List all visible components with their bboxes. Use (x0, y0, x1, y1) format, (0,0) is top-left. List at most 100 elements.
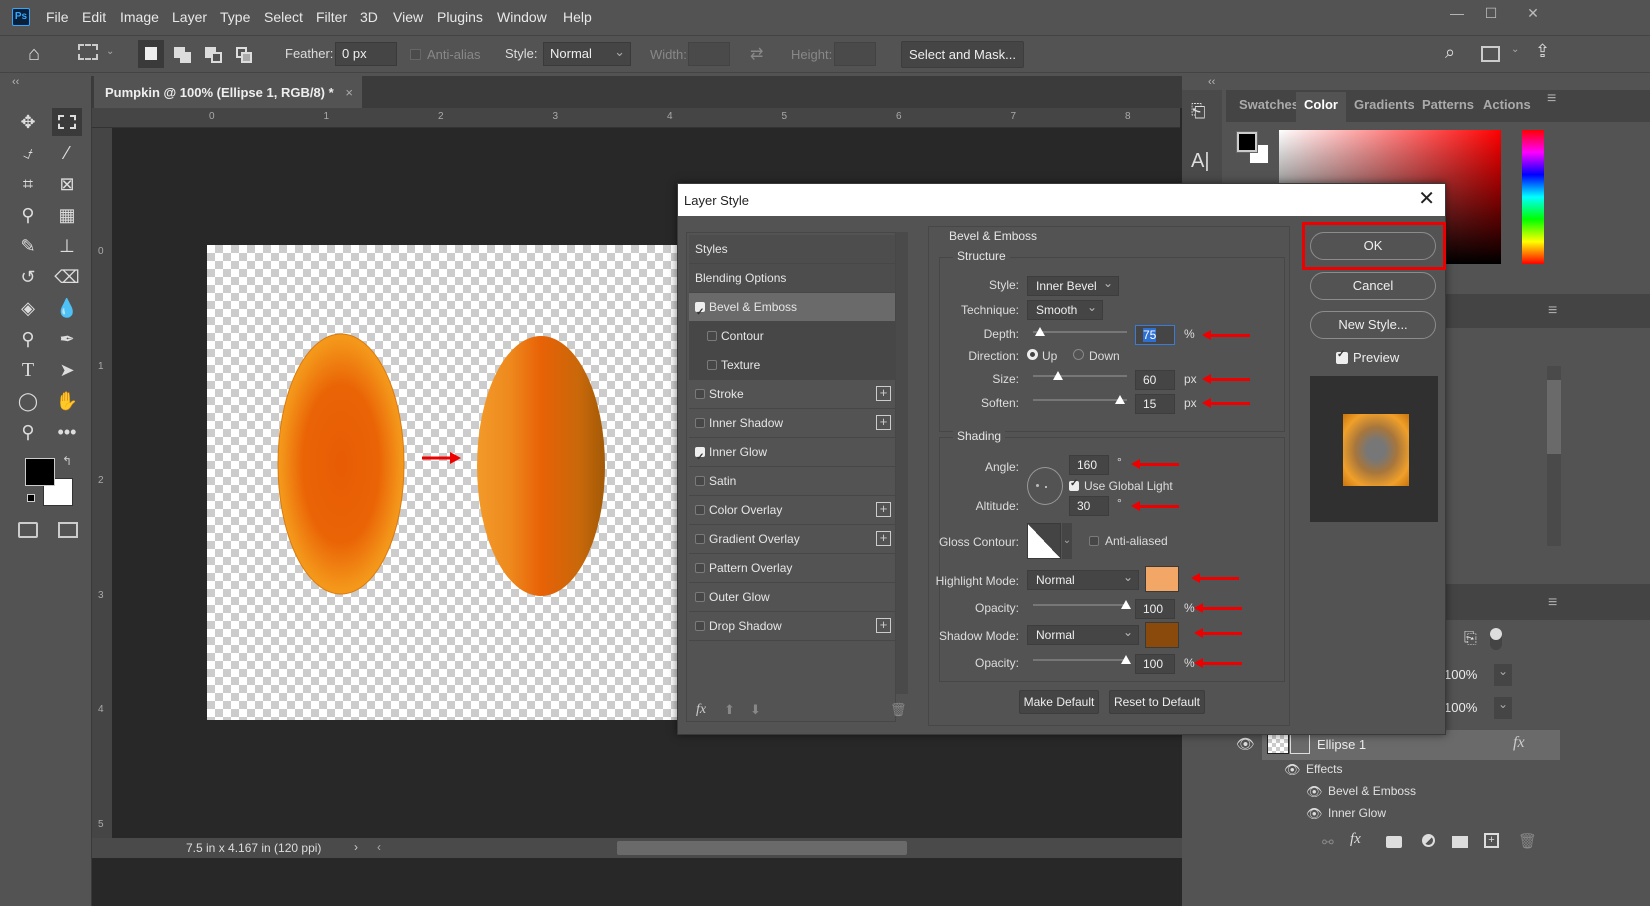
scroll-left-icon[interactable]: ‹ (377, 840, 381, 854)
character-icon[interactable]: A| (1191, 150, 1210, 173)
fill-value[interactable]: 100% (1444, 697, 1498, 719)
foreground-color-swatch[interactable] (25, 458, 55, 486)
style-checkbox[interactable] (695, 592, 705, 602)
paint-bucket-tool-icon[interactable]: ◈ (13, 294, 43, 322)
spot-healing-tool-icon[interactable]: ▦ (52, 201, 82, 229)
horizontal-scrollbar-thumb[interactable] (617, 841, 907, 855)
anti-aliased-checkbox[interactable] (1089, 536, 1099, 546)
panel-menu-icon[interactable]: ≡ (1548, 594, 1557, 612)
path-selection-tool-icon[interactable]: ➤ (52, 356, 82, 384)
select-and-mask-button[interactable]: Select and Mask... (901, 41, 1024, 68)
more-tools-icon[interactable]: ••• (52, 418, 82, 446)
default-colors-icon[interactable] (27, 494, 35, 502)
size-slider[interactable] (1033, 371, 1127, 380)
highlight-opacity-slider[interactable] (1033, 600, 1131, 609)
link-layers-icon[interactable]: ⚯ (1322, 834, 1334, 851)
foreground-color-chip[interactable] (1236, 131, 1258, 153)
effect-inner-glow[interactable]: Inner Glow (1328, 806, 1386, 820)
depth-slider[interactable] (1033, 327, 1127, 336)
history-brush-tool-icon[interactable]: ↺ (13, 263, 43, 291)
quick-mask-icon[interactable] (18, 522, 38, 538)
style-select[interactable]: Normal ⌄ (543, 42, 631, 66)
height-input[interactable] (834, 42, 876, 66)
use-global-light-checkbox[interactable] (1069, 478, 1079, 491)
shadow-opacity-input[interactable]: 100 (1135, 654, 1175, 674)
add-selection-button[interactable] (174, 47, 192, 63)
effects-eye-icon[interactable]: 👁 (1284, 762, 1301, 778)
add-effect-icon[interactable]: + (876, 502, 891, 517)
size-input[interactable]: 60 (1135, 370, 1175, 390)
menu-edit[interactable]: Edit (82, 9, 106, 25)
highlight-opacity-input[interactable]: 100 (1135, 599, 1175, 619)
width-input[interactable] (688, 42, 730, 66)
panel-tab-gradients[interactable]: Gradients (1346, 92, 1423, 122)
collapse-panels-icon[interactable]: ‹‹ (1208, 76, 1215, 88)
style-checkbox[interactable] (695, 534, 705, 544)
style-checkbox[interactable] (695, 621, 705, 631)
fx-menu-icon[interactable]: fx (696, 702, 706, 718)
document-tab[interactable]: Pumpkin @ 100% (Ellipse 1, RGB/8) * × (94, 76, 362, 108)
intersect-selection-button[interactable] (236, 47, 254, 63)
adjustment-layer-icon[interactable] (1422, 834, 1435, 847)
gloss-contour-picker[interactable] (1027, 523, 1061, 559)
style-checkbox[interactable] (695, 418, 705, 428)
style-item-styles[interactable]: Styles (689, 235, 895, 264)
panel-menu-icon[interactable]: ≡ (1547, 90, 1556, 108)
style-checkbox[interactable] (707, 360, 717, 370)
soften-slider[interactable] (1033, 395, 1127, 404)
chevron-down-icon[interactable]: ⌄ (1494, 697, 1512, 719)
style-item-texture[interactable]: Texture (689, 351, 895, 380)
status-menu-arrow-icon[interactable]: › (354, 840, 358, 854)
lock-artboard-icon[interactable]: ⎘ (1464, 630, 1477, 648)
style-item-blending-options[interactable]: Blending Options (689, 264, 895, 293)
cancel-button[interactable]: Cancel (1310, 272, 1436, 300)
ellipse-tool-icon[interactable]: ◯ (13, 387, 43, 415)
new-group-icon[interactable] (1452, 836, 1468, 848)
delete-layer-icon[interactable]: 🗑 (1518, 832, 1537, 850)
reset-to-default-button[interactable]: Reset to Default (1109, 690, 1205, 714)
workspace-icon[interactable] (1481, 46, 1500, 62)
eyedropper-tool-icon[interactable]: ⚲ (13, 201, 43, 229)
size-slider-thumb[interactable] (1053, 371, 1064, 380)
menu-3d[interactable]: 3D (360, 9, 378, 25)
vertical-scrollbar[interactable] (1547, 366, 1561, 546)
chevron-down-icon[interactable]: ⌄ (1511, 44, 1519, 55)
close-tab-icon[interactable]: × (345, 85, 353, 100)
style-item-outer-glow[interactable]: Outer Glow (689, 583, 895, 612)
style-item-color-overlay[interactable]: Color Overlay + (689, 496, 895, 525)
menu-view[interactable]: View (393, 9, 423, 25)
direction-down-radio[interactable] (1073, 349, 1084, 360)
menu-image[interactable]: Image (120, 9, 159, 25)
style-checkbox[interactable] (707, 331, 717, 341)
panel-tab-color[interactable]: Color (1296, 92, 1346, 122)
move-up-icon[interactable]: ⬆ (724, 702, 735, 718)
style-checkbox[interactable] (695, 299, 705, 327)
layer-name[interactable]: Ellipse 1 (1317, 737, 1366, 752)
shadow-opacity-slider[interactable] (1033, 655, 1131, 664)
hue-slider[interactable] (1522, 130, 1544, 264)
styles-scrollbar[interactable] (896, 232, 908, 694)
angle-input[interactable]: 160 (1069, 455, 1109, 475)
soften-slider-thumb[interactable] (1115, 395, 1126, 404)
chevron-down-icon[interactable]: ⌄ (1062, 523, 1072, 559)
minimize-button[interactable]: — (1440, 2, 1474, 24)
style-checkbox[interactable] (695, 476, 705, 486)
anti-alias-checkbox[interactable] (410, 49, 421, 60)
rect-marquee-tool-icon[interactable] (52, 108, 82, 136)
preview-checkbox[interactable] (1336, 349, 1348, 364)
style-item-pattern-overlay[interactable]: Pattern Overlay (689, 554, 895, 583)
style-item-drop-shadow[interactable]: Drop Shadow + (689, 612, 895, 641)
direction-up-radio[interactable] (1027, 349, 1038, 360)
screen-mode-icon[interactable] (58, 522, 78, 538)
magic-wand-tool-icon[interactable]: ⁄ (52, 139, 82, 167)
new-style-button[interactable]: New Style... (1310, 311, 1436, 339)
add-effect-icon[interactable]: + (876, 531, 891, 546)
close-dialog-icon[interactable]: ✕ (1418, 188, 1435, 210)
bevel-style-select[interactable]: Inner Bevel (1027, 274, 1119, 296)
make-default-button[interactable]: Make Default (1019, 690, 1099, 714)
menu-type[interactable]: Type (220, 9, 250, 25)
layer-fx-icon[interactable]: fx (1513, 734, 1525, 752)
add-effect-icon[interactable]: + (876, 618, 891, 633)
panel-tab-actions[interactable]: Actions (1475, 92, 1539, 122)
style-item-contour[interactable]: Contour (689, 322, 895, 351)
